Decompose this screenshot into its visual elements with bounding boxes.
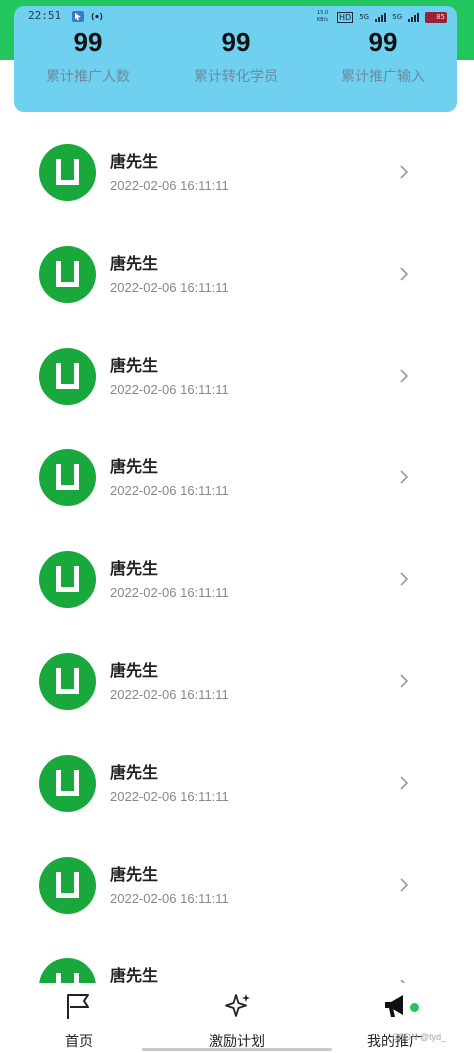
list-item-name: 唐先生 [110, 152, 159, 171]
list-item-name: 唐先生 [110, 762, 159, 782]
avatar [39, 449, 96, 507]
sparkle-icon [225, 994, 250, 1017]
avatar [39, 144, 96, 201]
list-item-date: 2022-02-06 16:11:11 [110, 178, 229, 193]
network-type-2: 5G [392, 13, 402, 21]
list-item-name: 唐先生 [110, 660, 159, 680]
status-bar: 22:51 15.0 KB/s HD 5G 5G 85 [14, 6, 457, 28]
list-item[interactable]: 唐先生 2022-02-06 16:11:11 [0, 529, 474, 631]
avatar [39, 754, 96, 812]
status-time: 22:51 [28, 9, 62, 22]
list-item[interactable]: 唐先生 2022-02-06 16:11:11 [0, 631, 474, 733]
avatar [39, 551, 96, 609]
avatar [39, 347, 96, 405]
tab-label: 首页 [65, 1034, 93, 1050]
list-item-name: 唐先生 [110, 457, 159, 477]
stat-label: 累计推广输入 [341, 69, 425, 85]
list-item-date: 2022-02-06 16:11:11 [110, 483, 229, 499]
list-item[interactable]: 唐先生 2022-02-06 16:11:11 [0, 122, 474, 224]
bottom-tab-bar: 首页 激励计划 我的推广 [0, 983, 474, 1053]
stat-promotion-income: 99 累计推广输入 [309, 26, 457, 86]
list-item[interactable]: 唐先生 2022-02-06 16:11:11 [0, 835, 474, 937]
network-type-1: 5G [359, 13, 370, 21]
list-item-name: 唐先生 [110, 559, 159, 579]
avatar [39, 652, 96, 710]
signal-icon-1 [375, 12, 387, 22]
battery-icon: 85 [425, 11, 447, 23]
list-item-date: 2022-02-06 16:11:11 [110, 381, 229, 397]
megaphone-icon [385, 995, 403, 1017]
tab-home[interactable]: 首页 [0, 983, 158, 1053]
chevron-right-icon [400, 674, 409, 688]
chevron-right-icon [400, 878, 409, 892]
chevron-right-icon [400, 165, 409, 179]
active-dot [410, 1003, 419, 1012]
list-item-date: 2022-02-06 16:11:11 [110, 585, 229, 601]
notification-app-icon [72, 11, 84, 22]
home-indicator[interactable] [142, 1048, 332, 1051]
stat-value: 99 [73, 27, 103, 57]
list-item-date: 2022-02-06 16:11:11 [110, 788, 229, 804]
battery-level: 85 [436, 12, 445, 21]
net-speed: 15.0 KB/s [317, 10, 329, 23]
chevron-right-icon [400, 470, 409, 484]
flag-icon [67, 994, 89, 1019]
stat-promoted-count: 99 累计推广人数 [14, 26, 162, 86]
status-right-group: 15.0 KB/s HD 5G 5G 85 [317, 10, 447, 24]
stat-converted-students: 99 累计转化学员 [162, 26, 310, 86]
avatar [39, 245, 96, 303]
watermark: CSDN @tyd_ [392, 1032, 447, 1042]
chevron-right-icon [400, 369, 409, 383]
stat-value: 99 [221, 27, 251, 57]
list-item[interactable]: 唐先生 2022-02-06 16:11:11 [0, 733, 474, 835]
list-item[interactable]: 唐先生 2022-02-06 16:11:11 [0, 224, 474, 326]
list-item-date: 2022-02-06 16:11:11 [110, 686, 229, 702]
list-item-date: 2022-02-06 16:11:11 [110, 890, 229, 906]
list-item-name: 唐先生 [110, 253, 159, 273]
chevron-right-icon [400, 572, 409, 586]
signal-icon-2 [408, 12, 419, 22]
stat-value: 99 [368, 27, 398, 57]
tab-incentive-plan[interactable]: 激励计划 [158, 983, 316, 1053]
hotspot-icon [91, 12, 103, 21]
stats-card: 22:51 15.0 KB/s HD 5G 5G 85 99 累计推广人数 99… [14, 6, 457, 112]
list-item-name: 唐先生 [110, 864, 159, 884]
stat-label: 累计推广人数 [46, 69, 130, 85]
tab-my-promotion[interactable]: 我的推广 [316, 983, 474, 1053]
list-item-date: 2022-02-06 16:11:11 [110, 279, 229, 295]
stat-label: 累计转化学员 [194, 69, 278, 85]
list-item[interactable]: 唐先生 2022-02-06 16:11:11 [0, 427, 474, 529]
hd-badge: HD [337, 11, 354, 23]
chevron-right-icon [400, 776, 409, 790]
list-item[interactable]: 唐先生 2022-02-06 16:11:11 [0, 326, 474, 428]
promotion-list: 唐先生 2022-02-06 16:11:11 唐先生 2022-02-06 1… [0, 122, 474, 1038]
avatar [39, 856, 96, 914]
list-item-name: 唐先生 [110, 355, 159, 375]
chevron-right-icon [400, 267, 409, 281]
